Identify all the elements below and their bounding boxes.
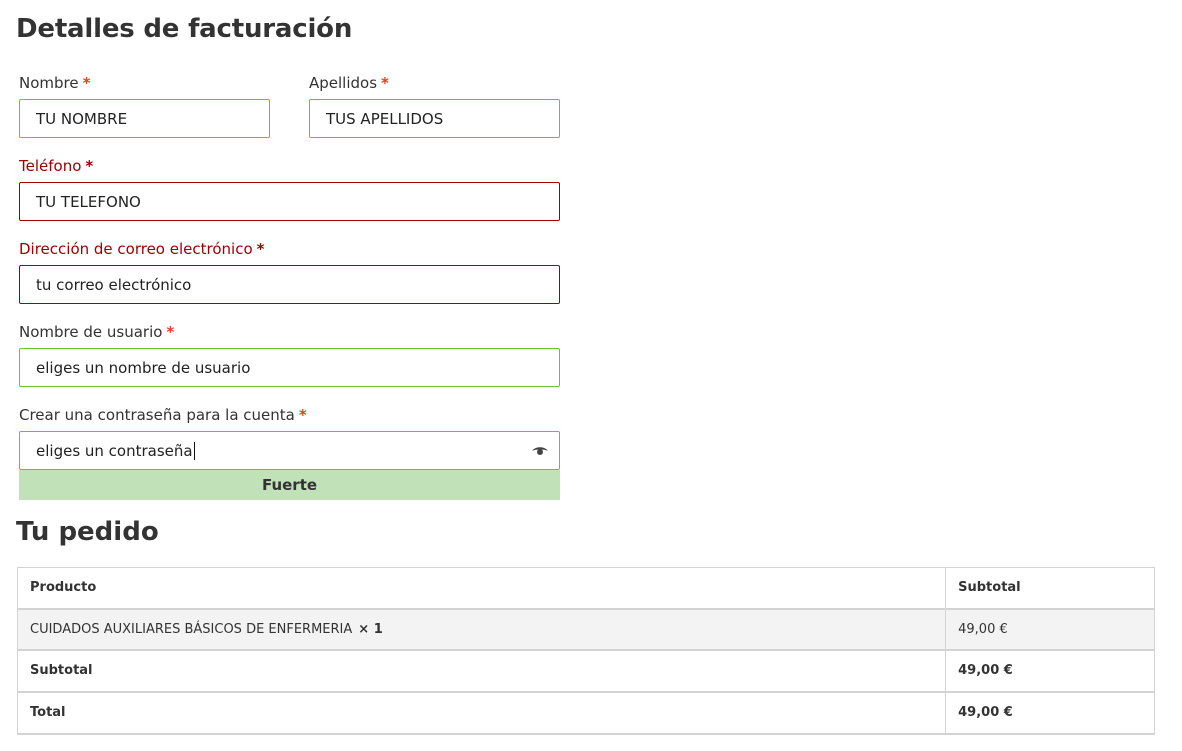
last-name-value: TUS APELLIDOS xyxy=(326,109,444,128)
order-total-label: Total xyxy=(16,691,947,735)
cart-subtotal-row: Subtotal 49,00 € xyxy=(16,649,1155,693)
required-mark: * xyxy=(256,240,265,258)
last-name-label-text: Apellidos xyxy=(309,74,378,92)
order-table: Producto Subtotal CUIDADOS AUXILIARES BÁ… xyxy=(16,567,1155,735)
phone-value: TU TELEFONO xyxy=(36,192,141,211)
order-total-value: 49,00 € xyxy=(945,691,1155,735)
password-value: eliges un contraseña xyxy=(36,441,193,460)
product-quantity: × 1 xyxy=(358,621,383,637)
password-label: Crear una contraseña para la cuenta * xyxy=(19,406,307,424)
password-label-text: Crear una contraseña para la cuenta xyxy=(19,406,295,424)
cart-subtotal-value: 49,00 € xyxy=(945,649,1155,693)
product-name: CUIDADOS AUXILIARES BÁSICOS DE ENFERMERI… xyxy=(30,621,353,637)
password-input[interactable]: eliges un contraseña xyxy=(19,431,560,470)
first-name-label: Nombre * xyxy=(19,74,90,92)
text-caret xyxy=(193,441,195,460)
product-column-header: Producto xyxy=(16,567,947,610)
order-heading: Tu pedido xyxy=(16,517,159,547)
table-header-row: Producto Subtotal xyxy=(16,567,1155,610)
email-value: tu correo electrónico xyxy=(36,275,192,294)
first-name-label-text: Nombre xyxy=(19,74,79,92)
last-name-input[interactable]: TUS APELLIDOS xyxy=(309,99,560,138)
first-name-input[interactable]: TU NOMBRE xyxy=(19,99,270,138)
required-mark: * xyxy=(166,323,175,341)
cart-subtotal-label: Subtotal xyxy=(16,649,947,693)
product-cell: CUIDADOS AUXILIARES BÁSICOS DE ENFERMERI… xyxy=(16,608,947,651)
username-label-text: Nombre de usuario xyxy=(19,323,163,341)
order-total-row: Total 49,00 € xyxy=(16,691,1155,735)
required-mark: * xyxy=(82,74,91,92)
username-input[interactable]: eliges un nombre de usuario xyxy=(19,348,560,387)
eye-icon[interactable] xyxy=(531,443,549,459)
product-subtotal: 49,00 € xyxy=(945,608,1155,651)
subtotal-column-header: Subtotal xyxy=(945,567,1155,610)
required-mark: * xyxy=(85,157,94,175)
username-label: Nombre de usuario * xyxy=(19,323,174,341)
table-row: CUIDADOS AUXILIARES BÁSICOS DE ENFERMERI… xyxy=(16,608,1155,651)
username-value: eliges un nombre de usuario xyxy=(36,358,251,377)
last-name-label: Apellidos * xyxy=(309,74,389,92)
password-strength-text: Fuerte xyxy=(261,476,318,494)
first-name-value: TU NOMBRE xyxy=(36,109,128,128)
required-mark: * xyxy=(381,74,389,92)
phone-label-text: Teléfono xyxy=(19,157,82,175)
password-strength-meter: Fuerte xyxy=(19,470,560,500)
phone-label: Teléfono * xyxy=(19,157,93,175)
billing-details-heading: Detalles de facturación xyxy=(16,14,353,44)
phone-input[interactable]: TU TELEFONO xyxy=(19,182,560,221)
email-label-text: Dirección de correo electrónico xyxy=(19,240,253,258)
email-input[interactable]: tu correo electrónico xyxy=(19,265,560,304)
required-mark: * xyxy=(298,406,307,424)
email-label: Dirección de correo electrónico * xyxy=(19,240,264,258)
